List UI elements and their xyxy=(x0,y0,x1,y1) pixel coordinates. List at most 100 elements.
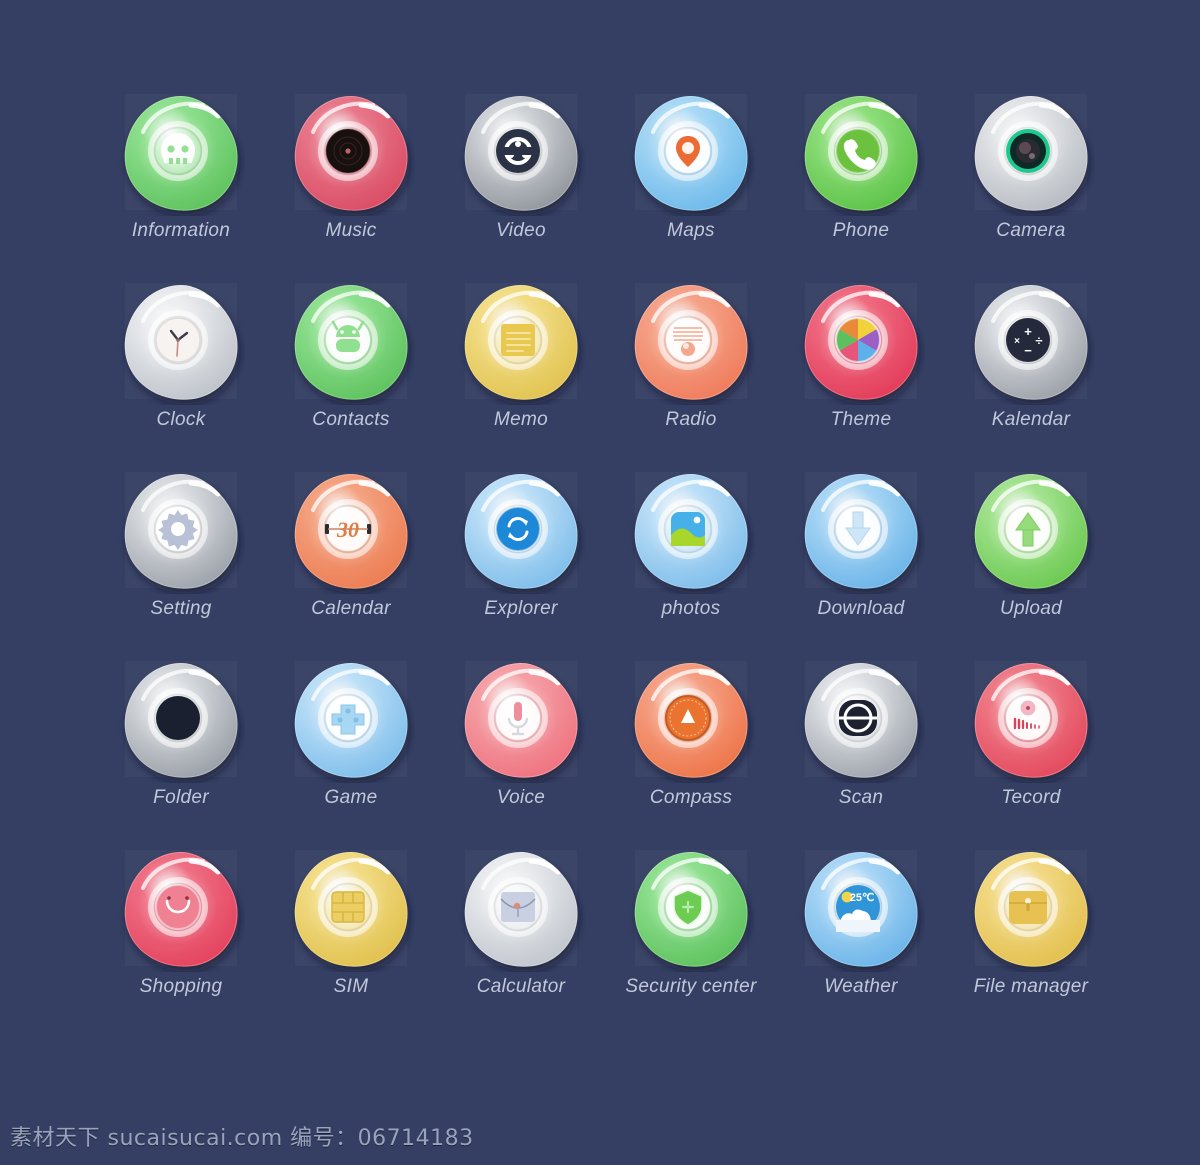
icon-label: Clock xyxy=(156,409,206,430)
icon-tile[interactable] xyxy=(464,283,578,400)
app-icon-shopping[interactable]: Shopping xyxy=(96,840,266,1029)
icon-tile[interactable] xyxy=(634,472,748,589)
icon-tile[interactable] xyxy=(974,94,1088,211)
app-icon-tecord[interactable]: Tecord xyxy=(946,651,1116,840)
microphone-icon xyxy=(457,655,585,783)
app-icon-contacts[interactable]: Contacts xyxy=(266,273,436,462)
app-icon-setting[interactable]: Setting xyxy=(96,462,266,651)
arrow-down-icon xyxy=(797,466,925,594)
note-lines-icon xyxy=(457,277,585,405)
app-icon-theme[interactable]: Theme xyxy=(776,273,946,462)
app-icon-music[interactable]: Music xyxy=(266,84,436,273)
app-icon-calculator[interactable]: Calculator xyxy=(436,840,606,1029)
svg-text:+: + xyxy=(1024,324,1032,339)
app-icon-scan[interactable]: Scan xyxy=(776,651,946,840)
app-icon-security-center[interactable]: Security center xyxy=(606,840,776,1029)
file-drawer-icon xyxy=(967,844,1095,972)
icon-label: Information xyxy=(131,220,231,241)
icon-tile[interactable] xyxy=(124,472,238,589)
color-wheel-icon xyxy=(797,277,925,405)
icon-label: Video xyxy=(496,220,546,241)
app-icon-upload[interactable]: Upload xyxy=(946,462,1116,651)
analog-clock-icon xyxy=(117,277,245,405)
icon-label: File manager xyxy=(973,976,1089,997)
app-icon-photos[interactable]: photos xyxy=(606,462,776,651)
app-icon-kalendar[interactable]: + × ÷ − Kalendar xyxy=(946,273,1116,462)
icon-grid: Information Music Video Maps Phone Camer… xyxy=(96,84,1116,1029)
icon-tile[interactable] xyxy=(294,850,408,967)
app-icon-information[interactable]: Information xyxy=(96,84,266,273)
gamepad-icon xyxy=(287,655,415,783)
icon-label: Contacts xyxy=(312,409,390,430)
app-icon-voice[interactable]: Voice xyxy=(436,651,606,840)
app-icon-calendar[interactable]: 30 Calendar xyxy=(266,462,436,651)
icon-label: Upload xyxy=(999,598,1062,619)
app-icon-memo[interactable]: Memo xyxy=(436,273,606,462)
icon-label: Setting xyxy=(150,598,212,619)
icon-label: Tecord xyxy=(1001,787,1061,808)
icon-tile[interactable] xyxy=(124,661,238,778)
icon-tile[interactable] xyxy=(294,283,408,400)
app-icon-game[interactable]: Game xyxy=(266,651,436,840)
icon-tile[interactable] xyxy=(974,661,1088,778)
icon-label: Phone xyxy=(832,220,890,241)
icon-tile[interactable] xyxy=(634,283,748,400)
icon-tile[interactable] xyxy=(464,661,578,778)
arrow-up-icon xyxy=(967,466,1095,594)
app-icon-weather[interactable]: 25℃ Weather xyxy=(776,840,946,1029)
icon-tile[interactable] xyxy=(974,850,1088,967)
handset-icon xyxy=(797,88,925,216)
date-number-icon: 30 xyxy=(287,466,415,594)
svg-text:×: × xyxy=(1014,336,1020,347)
icon-tile[interactable] xyxy=(974,472,1088,589)
icon-tile[interactable] xyxy=(634,850,748,967)
icon-tile[interactable] xyxy=(124,283,238,400)
icon-tile[interactable]: + × ÷ − xyxy=(974,283,1088,400)
icon-label: Kalendar xyxy=(991,409,1071,430)
icon-tile[interactable] xyxy=(464,850,578,967)
icon-label: Radio xyxy=(665,409,717,430)
app-icon-phone[interactable]: Phone xyxy=(776,84,946,273)
app-icon-video[interactable]: Video xyxy=(436,84,606,273)
app-icon-compass[interactable]: Compass xyxy=(606,651,776,840)
icon-label: Shopping xyxy=(139,976,223,997)
app-icon-maps[interactable]: Maps xyxy=(606,84,776,273)
icon-tile[interactable] xyxy=(124,850,238,967)
app-icon-explorer[interactable]: Explorer xyxy=(436,462,606,651)
app-icon-file-manager[interactable]: File manager xyxy=(946,840,1116,1029)
smile-bag-icon xyxy=(117,844,245,972)
landscape-photo-icon xyxy=(627,466,755,594)
svg-text:÷: ÷ xyxy=(1035,333,1042,348)
folder-hole-icon xyxy=(117,655,245,783)
radio-grille-icon xyxy=(627,277,755,405)
icon-label: Explorer xyxy=(484,598,558,619)
icon-tile[interactable] xyxy=(804,472,918,589)
icon-tile[interactable] xyxy=(804,661,918,778)
vinyl-record-icon xyxy=(287,88,415,216)
icon-label: Game xyxy=(324,787,378,808)
app-icon-clock[interactable]: Clock xyxy=(96,273,266,462)
watermark-bar: 素材天下 sucaisucai.com 编号：06714183 xyxy=(0,1107,1200,1165)
icon-tile[interactable] xyxy=(294,94,408,211)
film-reel-icon xyxy=(457,88,585,216)
icon-tile[interactable] xyxy=(464,94,578,211)
sim-chip-icon xyxy=(287,844,415,972)
app-icon-folder[interactable]: Folder xyxy=(96,651,266,840)
icon-tile[interactable] xyxy=(464,472,578,589)
icon-label: Calculator xyxy=(476,976,566,997)
icon-label: Folder xyxy=(153,787,209,808)
icon-tile[interactable] xyxy=(124,94,238,211)
app-icon-camera[interactable]: Camera xyxy=(946,84,1116,273)
app-icon-radio[interactable]: Radio xyxy=(606,273,776,462)
icon-label: Camera xyxy=(996,220,1066,241)
icon-tile[interactable] xyxy=(804,283,918,400)
icon-tile[interactable] xyxy=(804,94,918,211)
icon-label: Theme xyxy=(830,409,892,430)
icon-tile[interactable] xyxy=(634,661,748,778)
icon-tile[interactable]: 25℃ xyxy=(804,850,918,967)
icon-tile[interactable] xyxy=(294,661,408,778)
app-icon-download[interactable]: Download xyxy=(776,462,946,651)
icon-tile[interactable]: 30 xyxy=(294,472,408,589)
icon-tile[interactable] xyxy=(634,94,748,211)
app-icon-sim[interactable]: SIM xyxy=(266,840,436,1029)
